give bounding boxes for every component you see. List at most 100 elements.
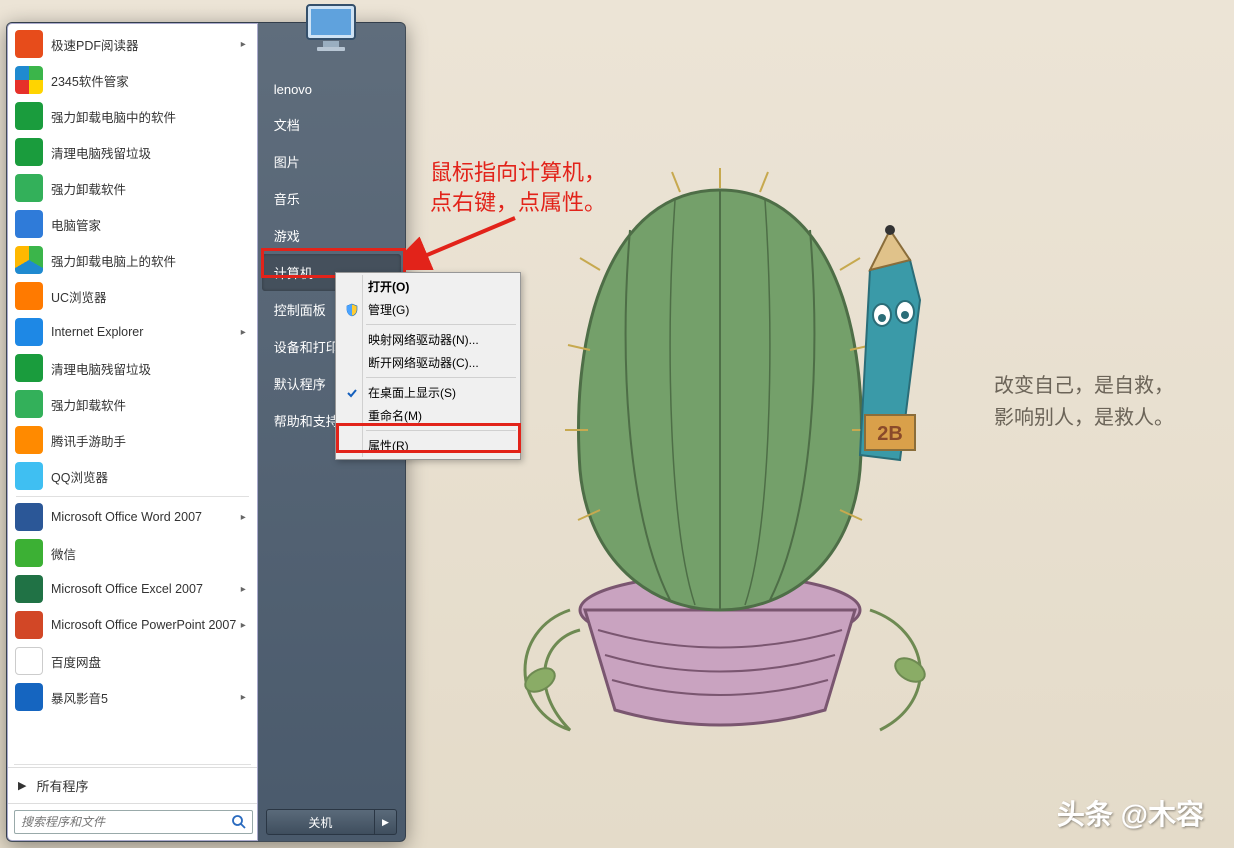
program-list: 极速PDF阅读器▸2345软件管家强力卸载电脑中的软件清理电脑残留垃圾强力卸载软… bbox=[8, 24, 257, 762]
shutdown-button[interactable]: 关机 bbox=[266, 809, 375, 835]
program-label: 电脑管家 bbox=[51, 215, 250, 234]
context-menu-item[interactable]: 管理(G) bbox=[338, 298, 518, 321]
annotation-arrow bbox=[405, 210, 525, 270]
submenu-arrow-icon: ▸ bbox=[241, 39, 246, 50]
program-item[interactable]: 强力卸载电脑上的软件 bbox=[10, 242, 255, 278]
program-label: UC浏览器 bbox=[51, 287, 250, 306]
shutdown-options-arrow[interactable]: ▶ bbox=[375, 809, 397, 835]
shutdown-group: 关机 ▶ bbox=[266, 809, 397, 835]
context-menu-item[interactable]: 属性(R) bbox=[338, 434, 518, 457]
annotation-text: 鼠标指向计算机， 点右键，点属性。 bbox=[430, 158, 606, 217]
program-icon bbox=[15, 102, 43, 130]
context-menu-separator bbox=[366, 324, 516, 325]
context-menu-label: 断开网络驱动器(C)... bbox=[368, 354, 479, 371]
context-menu-label: 属性(R) bbox=[368, 437, 409, 454]
all-programs-button[interactable]: ▶ 所有程序 bbox=[8, 767, 257, 803]
program-icon bbox=[15, 138, 43, 166]
program-label: 2345软件管家 bbox=[51, 71, 250, 90]
program-icon bbox=[15, 174, 43, 202]
program-item[interactable]: 清理电脑残留垃圾 bbox=[10, 350, 255, 386]
cactus-illustration: 2B bbox=[470, 130, 990, 770]
program-icon bbox=[15, 282, 43, 310]
triangle-icon: ▶ bbox=[18, 779, 26, 792]
right-pane-link[interactable]: 文档 bbox=[262, 106, 401, 143]
program-item[interactable]: QQ浏览器 bbox=[10, 458, 255, 494]
program-icon bbox=[15, 503, 43, 531]
program-item[interactable]: 腾讯手游助手 bbox=[10, 422, 255, 458]
program-icon bbox=[15, 611, 43, 639]
context-menu-label: 打开(O) bbox=[368, 278, 409, 295]
context-menu-item[interactable]: 打开(O) bbox=[338, 275, 518, 298]
program-label: Internet Explorer bbox=[51, 325, 241, 339]
program-icon bbox=[15, 575, 43, 603]
context-menu-item[interactable]: 重命名(M) bbox=[338, 404, 518, 427]
context-menu-label: 映射网络驱动器(N)... bbox=[368, 331, 479, 348]
shield-icon bbox=[343, 301, 361, 319]
program-label: 强力卸载软件 bbox=[51, 395, 250, 414]
program-icon bbox=[15, 30, 43, 58]
context-menu: 打开(O) 管理(G) 映射网络驱动器(N)... 断开网络驱动器(C)... 在桌面上… bbox=[335, 272, 521, 460]
program-item[interactable]: 强力卸载软件 bbox=[10, 386, 255, 422]
right-pane-link[interactable]: 音乐 bbox=[262, 180, 401, 217]
program-item[interactable]: 2345软件管家 bbox=[10, 62, 255, 98]
program-item[interactable]: 微信 bbox=[10, 535, 255, 571]
submenu-arrow-icon: ▸ bbox=[241, 327, 246, 338]
program-item[interactable]: 暴风影音5▸ bbox=[10, 679, 255, 715]
program-item[interactable]: 强力卸载电脑中的软件 bbox=[10, 98, 255, 134]
submenu-arrow-icon: ▸ bbox=[241, 512, 246, 523]
search-icon[interactable] bbox=[227, 810, 251, 834]
context-menu-label: 管理(G) bbox=[368, 301, 409, 318]
program-label: Microsoft Office Word 2007 bbox=[51, 510, 241, 524]
separator bbox=[14, 764, 251, 765]
program-icon bbox=[15, 354, 43, 382]
wallpaper-quote: 改变自己，是自救， 影响别人，是救人。 bbox=[994, 370, 1174, 434]
program-icon bbox=[15, 210, 43, 238]
start-menu-left-pane: 极速PDF阅读器▸2345软件管家强力卸载电脑中的软件清理电脑残留垃圾强力卸载软… bbox=[7, 23, 258, 841]
context-menu-label: 在桌面上显示(S) bbox=[368, 384, 456, 401]
program-item[interactable]: UC浏览器 bbox=[10, 278, 255, 314]
program-item[interactable]: Internet Explorer▸ bbox=[10, 314, 255, 350]
program-label: 强力卸载软件 bbox=[51, 179, 250, 198]
program-item[interactable]: 百度网盘 bbox=[10, 643, 255, 679]
program-item[interactable]: 清理电脑残留垃圾 bbox=[10, 134, 255, 170]
program-label: 暴风影音5 bbox=[51, 688, 241, 707]
submenu-arrow-icon: ▸ bbox=[241, 620, 246, 631]
check-icon bbox=[343, 384, 361, 402]
program-label: QQ浏览器 bbox=[51, 467, 250, 486]
context-menu-label: 重命名(M) bbox=[368, 407, 422, 424]
program-icon bbox=[15, 647, 43, 675]
program-icon bbox=[15, 390, 43, 418]
program-icon bbox=[15, 66, 43, 94]
program-label: 极速PDF阅读器 bbox=[51, 35, 241, 54]
program-icon bbox=[15, 318, 43, 346]
program-label: 腾讯手游助手 bbox=[51, 431, 250, 450]
program-icon bbox=[15, 426, 43, 454]
program-label: 百度网盘 bbox=[51, 652, 250, 671]
program-item[interactable]: 电脑管家 bbox=[10, 206, 255, 242]
program-item[interactable]: Microsoft Office Excel 2007▸ bbox=[10, 571, 255, 607]
svg-text:2B: 2B bbox=[877, 423, 903, 445]
context-menu-separator bbox=[366, 430, 516, 431]
submenu-arrow-icon: ▸ bbox=[241, 692, 246, 703]
program-item[interactable]: 极速PDF阅读器▸ bbox=[10, 26, 255, 62]
context-menu-item[interactable]: 断开网络驱动器(C)... bbox=[338, 351, 518, 374]
program-item[interactable]: Microsoft Office PowerPoint 2007▸ bbox=[10, 607, 255, 643]
search-box bbox=[8, 803, 257, 840]
program-icon bbox=[15, 246, 43, 274]
program-icon bbox=[15, 683, 43, 711]
program-label: 清理电脑残留垃圾 bbox=[51, 143, 250, 162]
right-pane-link[interactable]: lenovo bbox=[262, 73, 401, 106]
context-menu-item[interactable]: 映射网络驱动器(N)... bbox=[338, 328, 518, 351]
user-picture-icon bbox=[303, 1, 359, 53]
program-item[interactable]: Microsoft Office Word 2007▸ bbox=[10, 499, 255, 535]
context-menu-item[interactable]: 在桌面上显示(S) bbox=[338, 381, 518, 404]
program-label: 微信 bbox=[51, 544, 250, 563]
right-pane-link[interactable]: 图片 bbox=[262, 143, 401, 180]
submenu-arrow-icon: ▸ bbox=[241, 584, 246, 595]
program-label: Microsoft Office Excel 2007 bbox=[51, 582, 241, 596]
program-label: Microsoft Office PowerPoint 2007 bbox=[51, 618, 241, 632]
search-input[interactable] bbox=[14, 810, 253, 834]
program-icon bbox=[15, 539, 43, 567]
right-pane-link[interactable]: 游戏 bbox=[262, 217, 401, 254]
program-item[interactable]: 强力卸载软件 bbox=[10, 170, 255, 206]
